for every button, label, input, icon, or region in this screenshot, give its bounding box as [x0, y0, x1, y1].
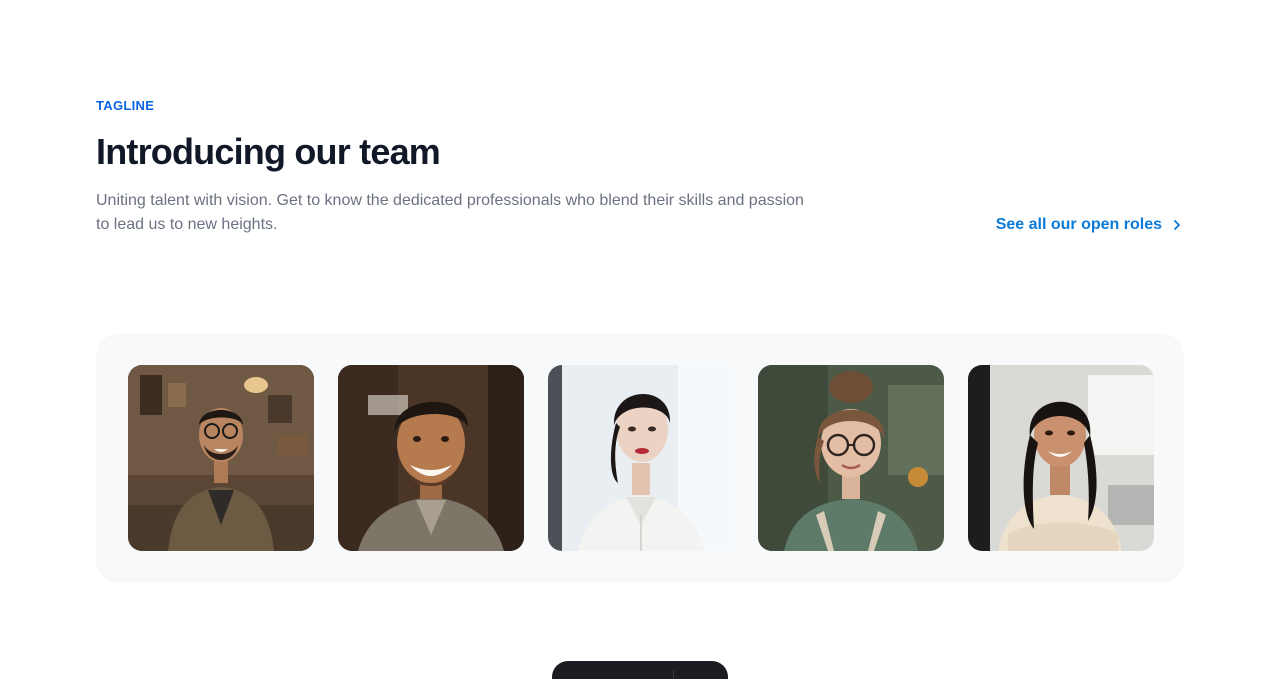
floating-toolbar — [552, 661, 728, 679]
page-title: Introducing our team — [96, 131, 441, 172]
team-header: TAGLINE Introducing our team Uniting tal… — [96, 97, 1184, 237]
toolbar-divider — [672, 670, 674, 679]
man-glasses-jacket-portrait — [128, 365, 314, 551]
chevron-right-icon — [1174, 220, 1180, 230]
woman-glasses-bun-portrait — [758, 365, 944, 551]
settings-icon[interactable] — [687, 671, 707, 679]
team-section-page: TAGLINE Introducing our team Uniting tal… — [0, 0, 1280, 679]
open-roles-label: See all our open roles — [995, 216, 1162, 233]
team-description: Uniting talent with vision. Get to know … — [96, 192, 804, 233]
header-sub-row: Uniting talent with vision. Get to know … — [96, 189, 1184, 237]
mic-icon[interactable] — [573, 671, 593, 679]
team-gallery — [96, 333, 1184, 583]
team-member-photo[interactable] — [548, 365, 734, 551]
team-member-photo[interactable] — [338, 365, 524, 551]
menu-icon[interactable] — [639, 671, 659, 679]
smiling-man-portrait — [338, 365, 524, 551]
tagline: TAGLINE — [96, 98, 155, 113]
woman-white-shirt-portrait — [548, 365, 734, 551]
open-roles-link[interactable]: See all our open roles — [996, 213, 1184, 237]
woman-arms-crossed-portrait — [968, 365, 1154, 551]
brush-icon[interactable] — [606, 671, 626, 679]
team-member-photo[interactable] — [758, 365, 944, 551]
team-member-photo[interactable] — [128, 365, 314, 551]
team-member-photo[interactable] — [968, 365, 1154, 551]
